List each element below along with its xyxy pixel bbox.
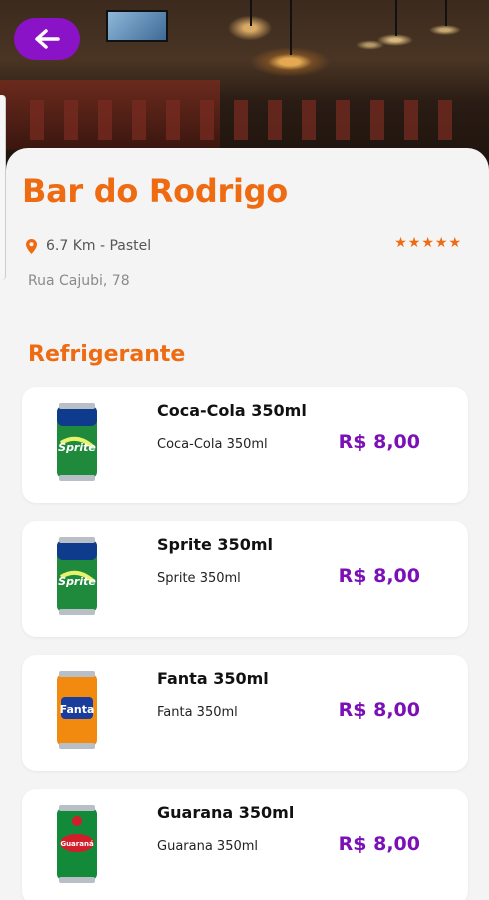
item-name: Fanta 350ml [157, 669, 269, 688]
star-icon: ★ [421, 235, 434, 251]
menu-section-title: Refrigerante [28, 342, 186, 367]
restaurant-name: Bar do Rodrigo [22, 172, 288, 210]
item-description: Guarana 350ml [157, 839, 259, 854]
menu-item-card[interactable]: Sprite Coca-Cola 350ml Coca-Cola 350ml R… [22, 387, 468, 503]
item-description: Sprite 350ml [157, 571, 241, 586]
star-icon: ★ [394, 235, 407, 251]
location-pin-icon [26, 238, 37, 254]
distance-category: 6.7 Km - Pastel [46, 238, 152, 254]
item-price: R$ 8,00 [338, 565, 420, 587]
rating-stars: ★ ★ ★ ★ ★ [394, 236, 461, 250]
star-icon: ★ [434, 235, 448, 251]
item-price: R$ 8,00 [338, 833, 420, 855]
menu-item-card[interactable]: Fanta Fanta 350ml Fanta 350ml R$ 8,00 [22, 655, 468, 771]
restaurant-address: Rua Cajubi, 78 [28, 273, 130, 289]
svg-text:Guaraná: Guaraná [60, 840, 94, 848]
sprite-can-image: Sprite [57, 403, 97, 481]
star-icon: ★ [407, 235, 421, 251]
svg-text:Sprite: Sprite [58, 575, 96, 588]
guarana-can-image: Guaraná [57, 805, 97, 883]
item-name: Guarana 350ml [157, 803, 295, 822]
back-button[interactable] [14, 18, 80, 60]
item-price: R$ 8,00 [338, 699, 420, 721]
star-icon: ★ [448, 235, 461, 251]
item-price: R$ 8,00 [338, 431, 420, 453]
bar-chairs [30, 100, 470, 140]
item-name: Coca-Cola 350ml [157, 401, 307, 420]
location-row: 6.7 Km - Pastel [26, 238, 151, 254]
menu-item-card[interactable]: Guaraná Guarana 350ml Guarana 350ml R$ 8… [22, 789, 468, 900]
sprite-can-image: Sprite [57, 537, 97, 615]
tv-screen [106, 10, 168, 42]
svg-text:Sprite: Sprite [58, 441, 96, 454]
arrow-left-icon [35, 29, 60, 49]
item-description: Coca-Cola 350ml [157, 437, 268, 452]
fanta-can-image: Fanta [57, 671, 97, 749]
svg-text:Fanta: Fanta [60, 703, 95, 716]
menu-item-card[interactable]: Sprite Sprite 350ml Sprite 350ml R$ 8,00 [22, 521, 468, 637]
item-description: Fanta 350ml [157, 705, 238, 720]
item-name: Sprite 350ml [157, 535, 273, 554]
